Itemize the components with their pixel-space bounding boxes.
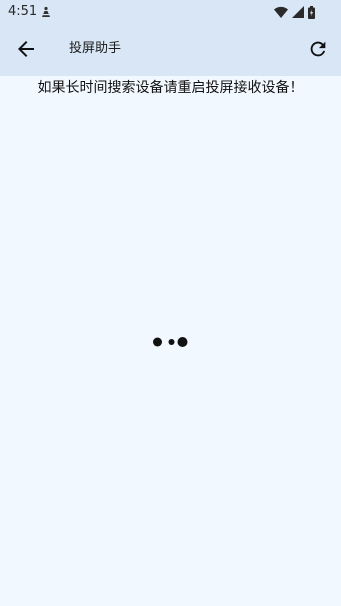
loading-dot-1 (153, 337, 162, 347)
loading-dot-3 (177, 337, 188, 347)
loading-dots-icon (153, 337, 188, 347)
battery-icon (308, 5, 315, 19)
status-icons (274, 5, 315, 19)
loading-dot-2 (168, 339, 175, 345)
cast-assistant-screen: 4:51 投屏助手 如果长时间搜索设备请重启投屏接收设备！ (0, 0, 341, 606)
header: 4:51 投屏助手 (0, 0, 341, 76)
wifi-icon (274, 6, 288, 18)
page-title: 投屏助手 (69, 41, 122, 56)
status-bar: 4:51 (0, 0, 341, 24)
signal-icon (292, 6, 304, 18)
arrow-back-icon[interactable] (14, 37, 38, 61)
app-bar: 投屏助手 (0, 24, 341, 76)
search-hint-text: 如果长时间搜索设备请重启投屏接收设备！ (37, 80, 304, 96)
refresh-icon[interactable] (307, 38, 329, 60)
status-time: 4:51 (8, 4, 38, 19)
notification-icon (42, 6, 50, 17)
